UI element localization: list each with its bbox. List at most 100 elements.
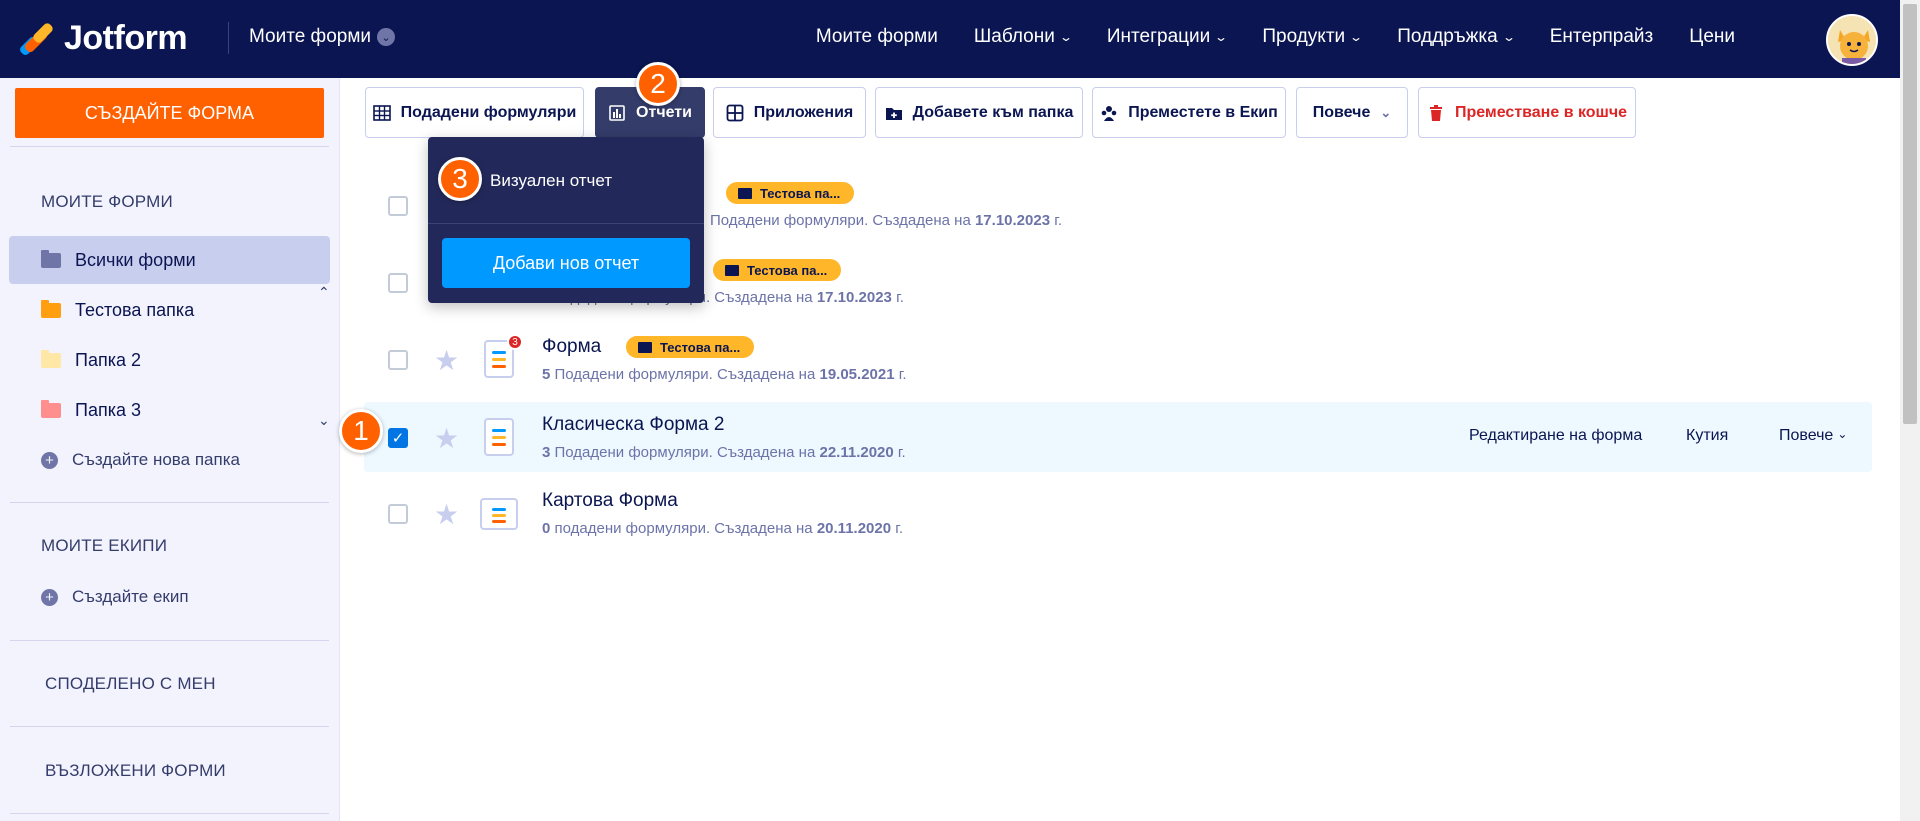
meta-text: Подадени формуляри. Създадена на — [554, 366, 816, 383]
meta-suffix: г. — [897, 444, 906, 461]
step-badge-1: 1 — [339, 409, 383, 453]
star-icon[interactable]: ★ — [434, 422, 459, 455]
create-team-label: Създайте екип — [72, 587, 189, 606]
step-badge-2: 2 — [636, 62, 680, 106]
nav-my-forms[interactable]: Моите форми — [816, 26, 938, 48]
form-row[interactable]: ★ Картова Форма 0 подадени формуляри. Съ… — [364, 478, 1872, 548]
create-folder-link[interactable]: + Създайте нова папка — [9, 436, 330, 484]
plus-circle-icon: + — [41, 451, 58, 469]
move-to-trash-button[interactable]: Преместване в кошче — [1418, 87, 1636, 138]
folder-tag[interactable]: Тестова па... — [713, 259, 842, 281]
folder-tag[interactable]: Тестова па... — [726, 182, 855, 204]
add-new-report-button[interactable]: Добави нов отчет — [442, 238, 690, 288]
row-checkbox[interactable] — [388, 504, 408, 524]
submissions-button[interactable]: Подадени формуляри — [365, 87, 584, 138]
nav-pricing[interactable]: Цени — [1689, 26, 1735, 48]
form-title[interactable]: Форма — [542, 336, 601, 358]
form-title[interactable]: Картова Форма — [542, 490, 678, 512]
sidebar-item-test-folder[interactable]: Тестова папка — [9, 286, 330, 334]
edit-form-link[interactable]: Редактиране на форма — [1469, 427, 1642, 445]
nav-integrations[interactable]: Интеграции ⌄ — [1107, 26, 1228, 48]
my-forms-dropdown[interactable]: Моите форми ⌄ — [249, 26, 395, 48]
reports-label: Отчети — [636, 103, 692, 121]
created-date: 17.10.2023 — [816, 289, 892, 306]
star-icon[interactable]: ★ — [434, 498, 459, 531]
team-icon — [1101, 105, 1117, 121]
more-actions-button[interactable]: Повече ⌄ — [1296, 87, 1408, 138]
row-checkbox-checked[interactable]: ✓ — [388, 428, 408, 448]
my-teams-heading: МОИТЕ ЕКИПИ — [41, 536, 168, 555]
created-date: 19.05.2021 — [819, 366, 895, 383]
nav-label: Шаблони — [973, 26, 1055, 47]
created-date: 20.11.2020 — [816, 520, 892, 537]
row-checkbox[interactable] — [388, 350, 408, 370]
submission-count: 3 — [542, 444, 551, 461]
card-form-icon — [480, 498, 518, 530]
shared-with-me-link[interactable]: СПОДЕЛЕНО С МЕН — [45, 674, 216, 694]
folder-icon — [41, 349, 61, 368]
submissions-label: Подадени формуляри — [400, 103, 577, 121]
my-forms-heading: МОИТЕ ФОРМИ — [41, 192, 173, 211]
sidebar-divider — [10, 640, 329, 641]
chevron-down-icon: ⌄ — [377, 28, 395, 46]
form-title[interactable]: Класическа Форма 2 — [542, 414, 724, 436]
sidebar-item-label: Папка 3 — [75, 399, 141, 420]
new-submissions-badge: 3 — [507, 334, 523, 350]
step-badge-3: 3 — [438, 157, 482, 201]
folder-scroll-down-icon[interactable]: ⌄ — [318, 412, 330, 429]
sidebar-divider — [10, 146, 329, 147]
row-checkbox[interactable] — [388, 196, 408, 216]
move-to-team-label: Преместете в Екип — [1128, 103, 1278, 121]
logo-divider — [228, 22, 229, 54]
cat-avatar-icon — [1828, 16, 1876, 64]
meta-suffix: г. — [898, 366, 907, 383]
form-meta: 5 Подадени формуляри. Създадена на 19.05… — [542, 366, 907, 383]
add-to-folder-button[interactable]: Добавете към папка — [875, 87, 1083, 138]
row-checkbox[interactable] — [388, 273, 408, 293]
folder-icon — [638, 341, 652, 353]
form-icon — [484, 418, 514, 456]
trash-icon — [1429, 104, 1442, 121]
sidebar-divider — [10, 502, 329, 503]
inbox-link[interactable]: Кутия — [1686, 427, 1728, 445]
sidebar-item-label: Тестова папка — [75, 299, 195, 320]
table-icon — [372, 104, 391, 121]
form-row-selected[interactable]: ✓ ★ Класическа Форма 2 3 Подадени формул… — [364, 402, 1872, 472]
nav-products[interactable]: Продукти ⌄ — [1262, 26, 1364, 48]
row-more-menu[interactable]: Повече ⌄ — [1779, 427, 1847, 445]
sidebar-item-label: Всички форми — [75, 249, 196, 270]
sidebar-item-folder-3[interactable]: Папка 3 — [9, 386, 330, 434]
folder-scroll-up-icon[interactable]: ⌃ — [318, 284, 330, 301]
folder-tag-label: Тестова па... — [660, 339, 741, 355]
folder-icon — [41, 249, 61, 268]
create-team-link[interactable]: + Създайте екип — [9, 573, 330, 621]
form-meta: 3 Подадени формуляри. Създадена на 22.11… — [542, 444, 906, 461]
form-meta: 0 подадени формуляри. Създадена на 20.11… — [542, 520, 903, 537]
create-form-button[interactable]: СЪЗДАЙТЕ ФОРМА — [15, 88, 324, 138]
logo-text: Jotform — [64, 18, 188, 57]
nav-enterprise[interactable]: Ентерпрайз — [1550, 26, 1654, 48]
meta-suffix: г. — [895, 520, 904, 537]
page-scrollbar-thumb[interactable] — [1903, 4, 1917, 424]
user-avatar[interactable] — [1826, 14, 1878, 66]
chevron-down-icon: ⌄ — [1837, 427, 1848, 441]
created-date: 17.10.2023 — [974, 212, 1051, 229]
jotform-logo[interactable]: Jotform — [18, 18, 188, 58]
star-icon[interactable]: ★ — [434, 344, 459, 377]
folder-icon — [41, 399, 61, 418]
apps-button[interactable]: Приложения — [713, 87, 866, 138]
nav-templates[interactable]: Шаблони ⌄ — [973, 26, 1073, 48]
folder-tag[interactable]: Тестова па... — [626, 336, 755, 358]
form-meta: Подадени формуляри. Създадена на 17.10.2… — [710, 212, 1062, 229]
move-to-team-button[interactable]: Преместете в Екип — [1092, 87, 1286, 138]
chevron-down-icon: ⌄ — [1349, 30, 1364, 44]
assigned-forms-link[interactable]: ВЪЗЛОЖЕНИ ФОРМИ — [45, 761, 226, 781]
nav-support[interactable]: Поддръжка ⌄ — [1397, 26, 1516, 48]
top-nav-bar: Jotform Моите форми ⌄ Моите форми Шаблон… — [0, 0, 1900, 78]
apps-grid-icon — [726, 104, 744, 121]
form-row[interactable]: ★ 3 Форма Тестова па... 5 Подадени форму… — [364, 324, 1872, 394]
sidebar-item-folder-2[interactable]: Папка 2 — [9, 336, 330, 384]
sidebar-item-all-forms[interactable]: Всички форми — [9, 236, 330, 284]
visual-report-option[interactable]: Визуален отчет — [490, 171, 612, 191]
sidebar-divider — [10, 813, 329, 814]
